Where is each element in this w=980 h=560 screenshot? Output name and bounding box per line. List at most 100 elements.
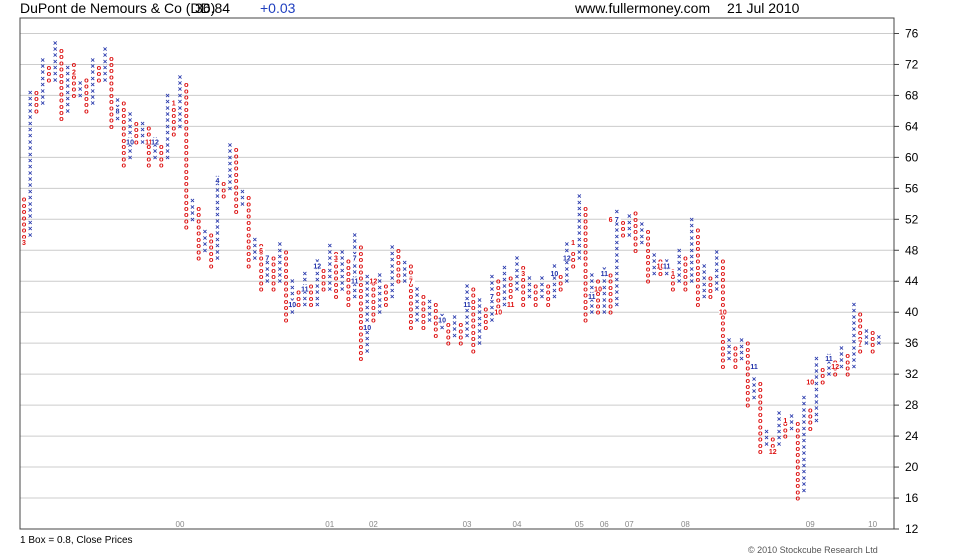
pf-column-115: ×××× xyxy=(739,336,744,364)
month-mark: 1 xyxy=(571,240,575,247)
year-label: 07 xyxy=(625,520,634,529)
pf-column-126: oooo xyxy=(808,405,813,433)
x-box: × xyxy=(502,263,507,272)
pf-column-43: ×××××× xyxy=(290,277,295,317)
x-box: × xyxy=(739,336,744,345)
x-box: × xyxy=(552,261,557,270)
pf-column-30: oooooo xyxy=(209,230,214,270)
x-box: × xyxy=(390,243,395,252)
pf-column-116: ooooooooooo xyxy=(746,339,751,410)
o-box: o xyxy=(608,271,613,280)
month-mark: 1 xyxy=(783,418,787,425)
month-mark: 10 xyxy=(126,139,134,146)
x-box: × xyxy=(590,271,595,280)
y-tick-label: 60 xyxy=(905,150,919,164)
y-tick-label: 56 xyxy=(905,181,919,195)
year-label: 04 xyxy=(513,520,522,529)
o-box: o xyxy=(621,218,626,227)
pf-column-18: oooo xyxy=(134,119,139,147)
x-box: × xyxy=(789,411,794,420)
copyright-note: © 2010 Stockcube Research Ltd xyxy=(748,545,878,555)
x-axis: 00 01 02 03 04 05 06 07 08 09 10 xyxy=(176,520,878,529)
pf-column-110: oooo xyxy=(708,274,713,302)
x-box: × xyxy=(303,269,308,278)
o-box: o xyxy=(808,405,813,414)
x-box: × xyxy=(477,295,482,304)
o-box: o xyxy=(22,195,27,204)
x-box: × xyxy=(877,332,882,341)
o-box: o xyxy=(795,419,800,428)
o-box: o xyxy=(84,75,89,84)
pf-column-51: ××××××× xyxy=(340,247,345,293)
x-box: × xyxy=(752,374,757,383)
o-box: o xyxy=(97,63,102,72)
x-box: × xyxy=(490,272,495,281)
pf-column-134: ooooooo xyxy=(858,309,863,355)
pf-column-74: oooo xyxy=(483,305,488,333)
x-box: × xyxy=(53,38,58,47)
y-tick-label: 28 xyxy=(905,398,919,412)
pf-column-61: ×××× xyxy=(402,258,407,286)
o-box: o xyxy=(209,230,214,239)
pf-column-28: ooooooooo xyxy=(196,204,201,263)
pf-column-40: oooooo xyxy=(271,254,276,294)
o-box: o xyxy=(134,119,139,128)
pf-column-73: ×××××××× xyxy=(477,295,482,347)
y-tick-label: 52 xyxy=(905,212,919,226)
month-mark: 8 xyxy=(116,108,120,115)
x-box: × xyxy=(702,261,707,270)
o-box: o xyxy=(284,247,289,256)
x-box: × xyxy=(465,281,470,290)
o-box: o xyxy=(321,266,326,275)
o-box: o xyxy=(309,281,314,290)
pf-column-35: ××× xyxy=(240,187,245,208)
o-box: o xyxy=(858,309,863,318)
pf-column-106: oooooo xyxy=(683,254,688,294)
o-box: o xyxy=(409,261,414,270)
o-box: o xyxy=(758,379,763,388)
y-tick-label: 44 xyxy=(905,274,919,288)
month-mark: 11 xyxy=(601,271,609,278)
o-box: o xyxy=(221,179,226,188)
x-box: × xyxy=(577,192,582,201)
pf-column-65: ×××× xyxy=(427,297,432,325)
o-box: o xyxy=(196,204,201,213)
pf-column-14: oooooooooooo xyxy=(109,54,114,131)
pf-column-9: ××× xyxy=(78,79,83,100)
pf-column-94: ooooooo xyxy=(608,271,613,317)
pf-column-81: ×××× xyxy=(527,274,532,302)
o-box: o xyxy=(708,274,713,283)
box-size-note: 1 Box = 0.8, Close Prices xyxy=(20,535,133,546)
pf-column-26: oooooooooooooooooooooooo xyxy=(184,80,189,231)
x-box: × xyxy=(427,297,432,306)
pf-column-7: ×××××××× xyxy=(65,63,70,115)
y-tick-label: 72 xyxy=(905,57,919,71)
month-mark: 11 xyxy=(507,302,515,309)
x-box: × xyxy=(540,274,545,283)
x-box: × xyxy=(677,246,682,255)
pf-column-36: oooooooooooo xyxy=(246,193,251,270)
o-box: o xyxy=(496,277,501,286)
o-box: o xyxy=(483,305,488,314)
pf-column-17: ×××××××× xyxy=(128,110,133,162)
o-box: o xyxy=(346,257,351,266)
x-box: × xyxy=(65,63,70,72)
pf-column-8: oooooo xyxy=(72,60,77,100)
o-box: o xyxy=(446,320,451,329)
y-tick-label: 36 xyxy=(905,336,919,350)
o-box: o xyxy=(845,351,850,360)
y-tick-label: 32 xyxy=(905,367,919,381)
pf-column-48: oooo xyxy=(321,266,326,294)
y-tick-label: 20 xyxy=(905,460,919,474)
x-box: × xyxy=(228,140,233,149)
pf-column-10: oooooo xyxy=(84,75,89,115)
o-box: o xyxy=(683,254,688,263)
pf-column-13: ×××××× xyxy=(103,44,108,84)
o-box: o xyxy=(359,243,364,252)
month-mark: 12 xyxy=(370,279,378,286)
pf-column-78: oooo xyxy=(508,274,513,302)
pf-column-119: ××× xyxy=(764,427,769,448)
x-box: × xyxy=(864,326,869,335)
pf-column-20: ooooooo xyxy=(147,123,152,169)
x-box: × xyxy=(727,336,732,345)
